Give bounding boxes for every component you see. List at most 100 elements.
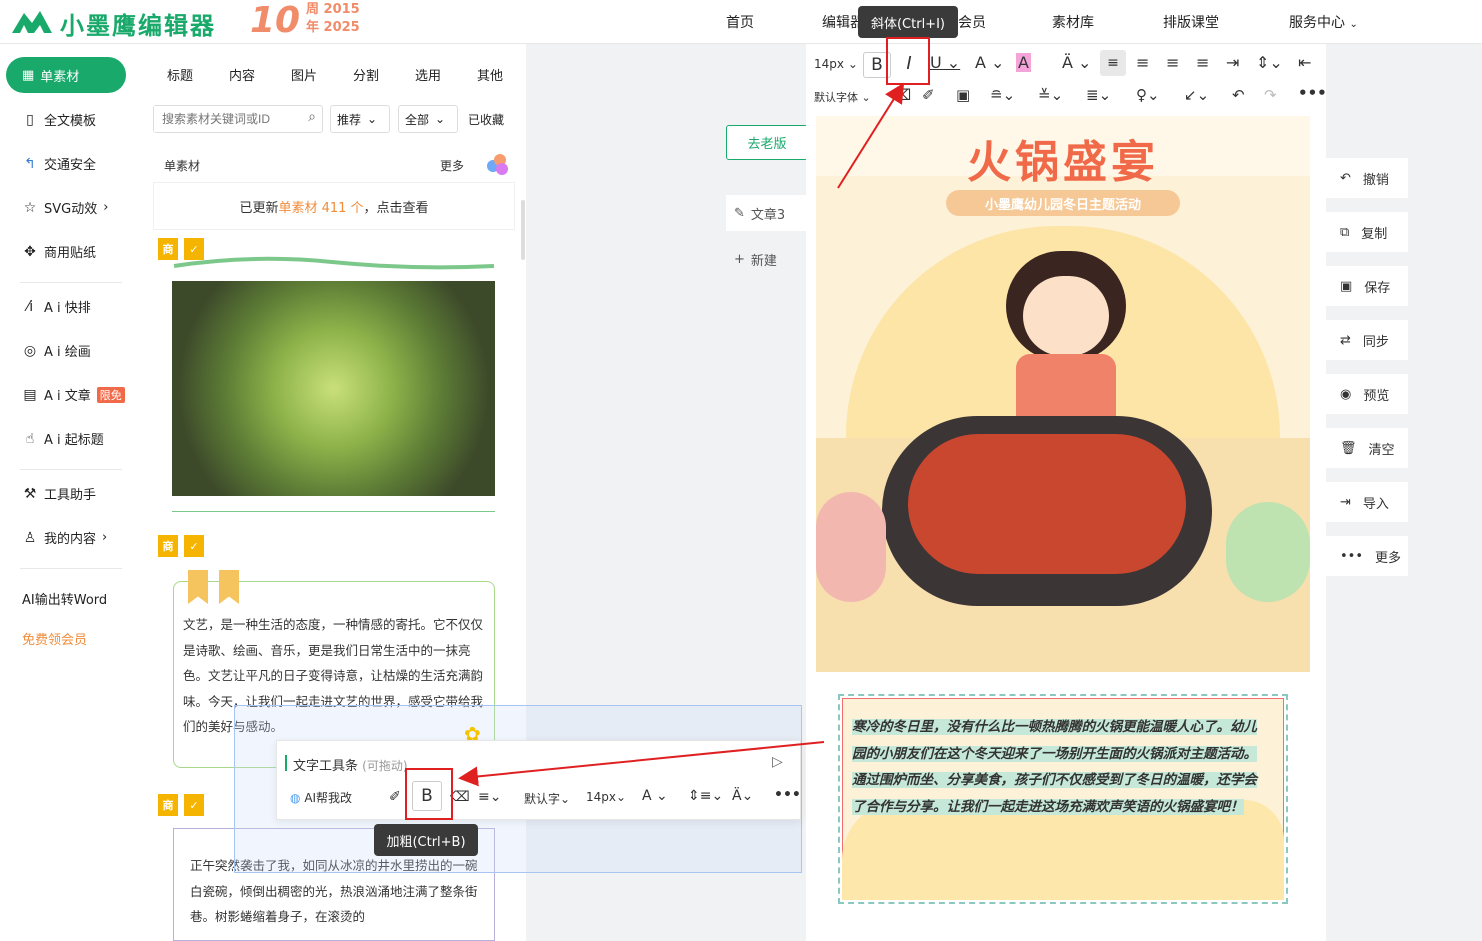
sidebar-item-ai-title[interactable]: ☝ A i 起标题 [22,429,104,449]
sidebar-item-traffic[interactable]: ↰ 交通安全 [22,154,96,174]
sidebar-item-stickers[interactable]: ✥ 商用贴纸 [22,242,96,262]
bg-color-icon[interactable]: A [1016,53,1031,72]
undo-icon[interactable]: ↶ [1232,86,1245,104]
chevron-down-icon: ⌄ [367,112,378,126]
palette-icon: ◎ [23,342,37,359]
font-color-icon[interactable]: A ⌄ [975,53,1004,72]
tab-content[interactable]: 内容 [229,65,255,84]
font-family-select[interactable]: 默认字体 ⌄ [814,89,871,105]
spacing-top-icon[interactable]: ≘⌄ [990,86,1015,104]
import-button[interactable]: ⇥ 导入 [1326,482,1408,522]
search-icon[interactable]: ⌕ [308,109,316,125]
sidebar-item-ai-draw[interactable]: ◎ A i 绘画 [22,341,91,361]
card-divider [172,511,495,512]
format-brush-icon[interactable]: ✐ [922,86,935,104]
more-icon[interactable]: ••• [774,787,801,803]
spacing-bottom-icon[interactable]: ≚⌄ [1038,86,1063,104]
tab-divider[interactable]: 分割 [353,65,379,84]
sidebar-item-templates[interactable]: ▯ 全文模板 [22,110,96,130]
eagle-logo-icon [12,11,52,33]
bold-tooltip: 加粗(Ctrl+B) [374,824,478,856]
clear-button[interactable]: 🗑 清空 [1326,428,1408,468]
align-left-icon[interactable]: ≡ [1100,50,1126,76]
tab-select[interactable]: 选用 [415,65,441,84]
size-select[interactable]: 14px⌄ [586,790,626,804]
more-icon[interactable]: ••• [1298,84,1327,102]
app-logo[interactable]: 小墨鹰编辑器 [60,6,216,41]
bulb-icon[interactable]: ♀⌄ [1136,86,1160,104]
update-notice[interactable]: 已更新 单素材 411 个，点击查看 [153,182,515,230]
nav-home[interactable]: 首页 [726,12,754,32]
colors-icon[interactable] [487,154,509,176]
play-icon[interactable]: ▷ [772,754,783,770]
image-icon[interactable]: ▣ [956,86,970,104]
align-center-icon[interactable]: ≡ [1136,53,1149,72]
sidebar-item-ai-article[interactable]: ▤ A i 文章 限免 [22,385,125,404]
nav-member[interactable]: 会员 [958,12,986,32]
sidebar-divider [20,568,122,569]
all-select[interactable]: 全部 ⌄ [398,105,458,133]
nav-service[interactable]: 服务中心 ⌄ [1289,12,1358,32]
anniversary-years: 周 2015 年 2025 [306,2,360,35]
anniversary-number: 10 [250,0,301,41]
line-height-icon[interactable]: ⇕≡⌄ [688,788,723,804]
favorites-link[interactable]: 已收藏 [468,105,504,133]
format-brush-icon[interactable]: ✐ [389,789,401,805]
sidebar-item-ai-word[interactable]: AI输出转Word [22,589,107,608]
font-color-icon[interactable]: A ⌄ [642,788,668,804]
tab-other[interactable]: 其他 [477,65,503,84]
body-text[interactable]: 寒冷的冬日里，没有什么比一顿热腾腾的火锅更能温暖人心了。幼儿园的小朋友们在这个冬… [852,714,1266,820]
doc-tab[interactable]: ✎ 文章3 [726,195,806,231]
sync-button[interactable]: ⇄ 同步 [1326,320,1408,360]
align-right-icon[interactable]: ≡ [1166,53,1179,72]
italic-tooltip: 斜体(Ctrl+I) [858,6,958,38]
traffic-icon: ↰ [24,155,36,172]
sidebar-item-my-content[interactable]: ♙ 我的内容 › [22,528,108,548]
recommend-select[interactable]: 推荐 ⌄ [330,105,390,133]
redo-icon[interactable]: ↷ [1264,86,1277,104]
search-input[interactable] [154,106,294,132]
nav-course[interactable]: 排版课堂 [1163,12,1219,32]
save-button[interactable]: ▣ 保存 [1326,266,1408,306]
succulent-image [172,281,495,496]
free-badge: 限免 [96,386,125,403]
sidebar-item-ai-layout[interactable]: ⁄i A i 快排 [22,297,91,317]
sidebar-item-tools[interactable]: ⚒ 工具助手 [22,484,96,504]
search-box[interactable]: ⌕ [153,105,323,133]
text-effect-icon[interactable]: Ä ⌄ [1062,53,1091,72]
sidebar-item-single-material[interactable]: ▦ 单素材 [6,57,126,93]
commercial-badge: 商 [158,794,178,816]
floating-text-toolbar[interactable] [276,740,801,820]
sidebar-item-svg[interactable]: ☆ SVG动效 › [22,198,109,218]
ai-help-button[interactable]: ◍ AI帮我改 [290,789,352,806]
girl-face [1023,276,1109,356]
more-button[interactable]: ••• 更多 [1326,536,1408,576]
undo-button[interactable]: ↶ 撤销 [1326,158,1408,198]
sidebar-divider [20,469,122,470]
new-doc-button[interactable]: + 新建 [726,241,806,277]
align-icon[interactable]: ≡⌄ [478,789,501,805]
line-height-icon[interactable]: ⇕⌄ [1256,53,1283,72]
copy-button[interactable]: ⧉ 复制 [1326,212,1408,252]
justify-icon[interactable]: ≡ [1196,53,1209,72]
preview-button[interactable]: ◉ 预览 [1326,374,1408,414]
indent-icon[interactable]: ⇥ [1226,53,1239,72]
chevron-down-icon: ⌄ [1349,19,1358,30]
panel-scrollbar[interactable] [521,200,525,260]
tab-title[interactable]: 标题 [167,65,193,84]
font-select[interactable]: 默认字⌄ [524,790,570,807]
exit-icon[interactable]: ⇤ [1298,53,1311,72]
sidebar-item-free-member[interactable]: 免费领会员 [22,629,87,648]
font-size-select[interactable]: 14px ⌄ [814,57,858,71]
poster-image[interactable]: 火锅盛宴 小墨鹰幼儿园冬日主题活动 [816,116,1310,672]
arrow-icon[interactable]: ↙⌄ [1184,86,1209,104]
nav-library[interactable]: 素材库 [1052,12,1094,32]
underline-icon[interactable]: U ⌄ [930,53,960,72]
spacing-side-icon[interactable]: ≣⌄ [1086,86,1111,104]
old-version-button[interactable]: 去老版 [726,125,808,160]
eraser-icon[interactable]: ⌫ [890,86,911,104]
more-link[interactable]: 更多 [440,157,464,174]
floating-toolbar-title[interactable]: 文字工具条 (可拖动) [293,755,408,774]
tab-image[interactable]: 图片 [291,65,317,84]
text-effect-icon[interactable]: Ä⌄ [732,788,753,804]
